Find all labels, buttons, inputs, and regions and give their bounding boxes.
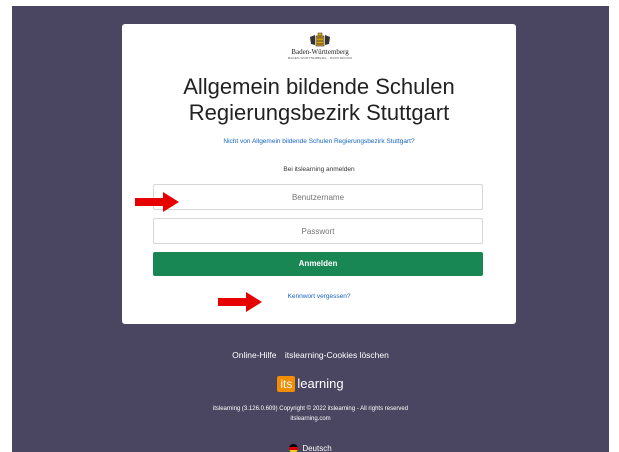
language-selector[interactable]: Deutsch bbox=[12, 444, 609, 452]
coat-of-arms-icon bbox=[310, 32, 330, 47]
title-line-1: Allgemein bildende Schulen bbox=[183, 74, 455, 99]
logo-subtext: BADEN-WÜRTTEMBERG · MINISTERIUM bbox=[288, 56, 352, 60]
brand-learning-text: learning bbox=[297, 376, 344, 391]
german-flag-icon bbox=[289, 444, 299, 452]
signin-label: Bei itslearning anmelden bbox=[283, 166, 355, 173]
delete-cookies-link[interactable]: itslearning-Cookies löschen bbox=[285, 350, 389, 360]
login-card: Baden-Württemberg BADEN-WÜRTTEMBERG · MI… bbox=[122, 24, 516, 324]
state-logo: Baden-Württemberg BADEN-WÜRTTEMBERG · MI… bbox=[286, 32, 354, 64]
its-badge: its bbox=[277, 376, 296, 392]
forgot-password-link[interactable]: Kennwort vergessen? bbox=[122, 293, 516, 300]
username-field[interactable] bbox=[153, 184, 483, 210]
arrow-pointer-icon bbox=[135, 192, 179, 212]
login-button[interactable]: Anmelden bbox=[153, 252, 483, 276]
page-background: Baden-Württemberg BADEN-WÜRTTEMBERG · MI… bbox=[12, 6, 609, 452]
footer-links: Online-Hilfe itslearning-Cookies löschen bbox=[12, 350, 609, 360]
title-line-2: Regierungsbezirk Stuttgart bbox=[188, 100, 450, 125]
language-label: Deutsch bbox=[302, 444, 332, 452]
online-help-link[interactable]: Online-Hilfe bbox=[232, 350, 276, 360]
arrow-pointer-icon bbox=[218, 292, 262, 312]
itslearning-logo: its learning bbox=[12, 376, 609, 392]
copyright: itslearning (3.126.0.609) Copyright © 20… bbox=[12, 404, 609, 424]
password-field[interactable] bbox=[153, 218, 483, 244]
page-title: Allgemein bildende Schulen Regierungsbez… bbox=[122, 74, 516, 126]
copyright-text: itslearning (3.126.0.609) Copyright © 20… bbox=[212, 406, 409, 412]
site-link[interactable]: itslearning.com bbox=[12, 414, 609, 424]
not-from-link[interactable]: Nicht von Allgemein bildende Schulen Reg… bbox=[122, 138, 516, 145]
logo-text: Baden-Württemberg bbox=[291, 48, 349, 56]
